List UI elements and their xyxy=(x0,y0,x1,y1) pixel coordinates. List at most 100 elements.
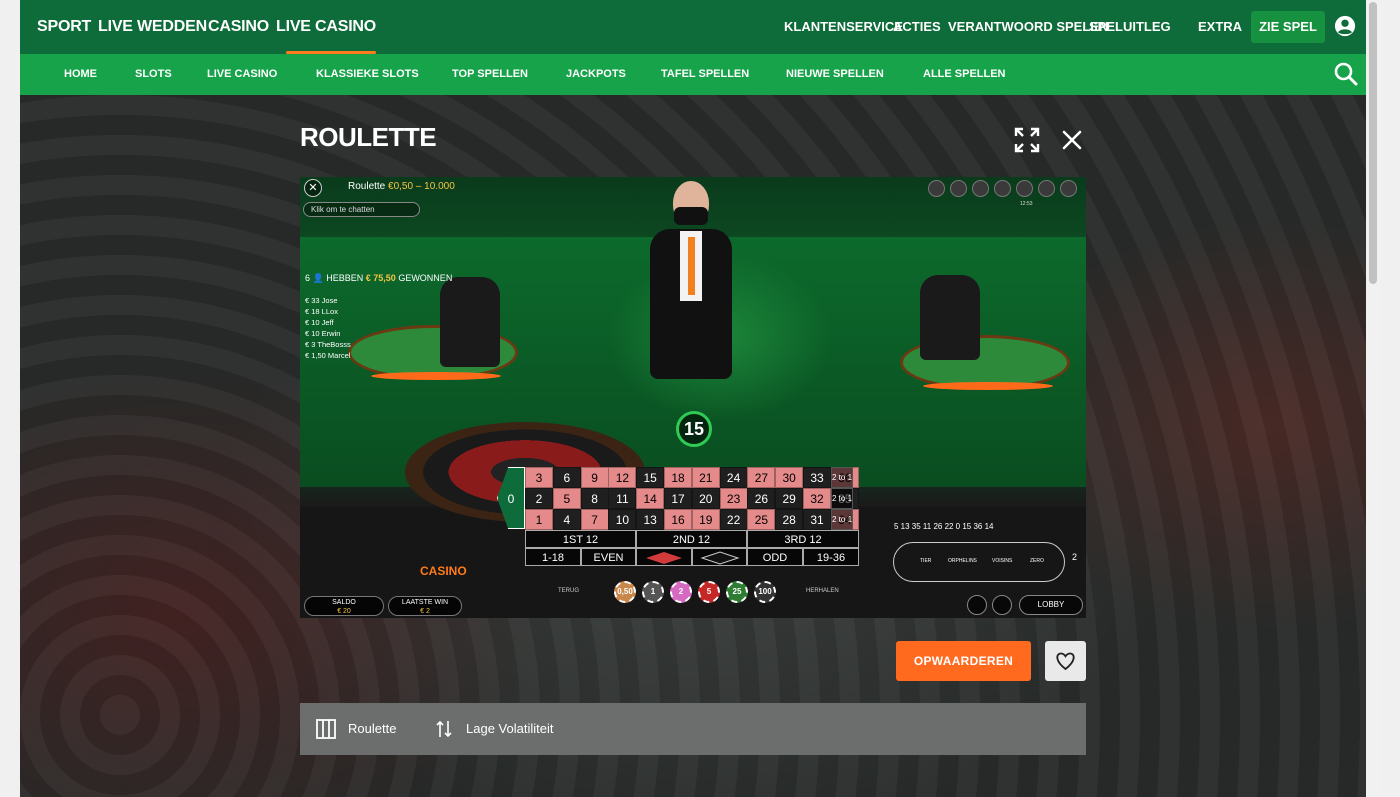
bet-dozen-3[interactable]: 3RD 12 xyxy=(747,530,859,548)
race-orphelins[interactable]: ORPHELINS xyxy=(948,558,977,564)
bet-dozen-2[interactable]: 2ND 12 xyxy=(636,530,747,548)
subnav-jackpots[interactable]: JACKPOTS xyxy=(566,54,626,95)
bet-number-31[interactable]: 31 xyxy=(803,509,831,530)
sound-icon[interactable] xyxy=(994,180,1011,197)
bet-column-3[interactable]: 2 to 1 xyxy=(831,467,853,488)
favorite-star-icon[interactable] xyxy=(967,595,987,615)
bet-number-16[interactable]: 16 xyxy=(664,509,692,530)
bet-number-3[interactable]: 3 xyxy=(525,467,553,488)
bet-number-19[interactable]: 19 xyxy=(691,509,720,530)
bet-number-5[interactable]: 5 xyxy=(552,488,581,509)
bet-number-13[interactable]: 13 xyxy=(636,509,665,530)
bet-number-20[interactable]: 20 xyxy=(691,488,720,509)
subnav-slots[interactable]: SLOTS xyxy=(135,54,172,95)
race-neighbours[interactable]: 2 xyxy=(1072,552,1077,562)
bet-number-32[interactable]: 32 xyxy=(803,488,831,509)
nav-speluitleg[interactable]: SPELUITLEG xyxy=(1089,0,1171,54)
subnav-tafel-spellen[interactable]: TAFEL SPELLEN xyxy=(661,54,749,95)
bet-dozen-1[interactable]: 1ST 12 xyxy=(525,530,636,548)
bet-number-29[interactable]: 29 xyxy=(775,488,804,509)
fullscreen-icon[interactable] xyxy=(1014,127,1040,153)
bet-number-9[interactable]: 9 xyxy=(580,467,609,488)
chat-bubble-icon[interactable] xyxy=(928,180,945,197)
chip-100[interactable]: 100 xyxy=(754,581,776,603)
bet-red[interactable] xyxy=(636,548,692,566)
bet-1-18[interactable]: 1-18 xyxy=(525,548,581,566)
race-zero[interactable]: ZERO xyxy=(1030,558,1044,564)
user-account-icon[interactable] xyxy=(1334,15,1356,37)
bet-number-17[interactable]: 17 xyxy=(664,488,692,509)
chip-5[interactable]: 5 xyxy=(698,581,720,603)
bet-number-11[interactable]: 11 xyxy=(608,488,637,509)
bet-even[interactable]: EVEN xyxy=(581,548,636,566)
game-volatility: Lage Volatiliteit xyxy=(466,721,554,736)
bet-19-36[interactable]: 19-36 xyxy=(803,548,859,566)
bet-number-21[interactable]: 21 xyxy=(691,467,720,488)
bet-number-33[interactable]: 33 xyxy=(803,467,831,488)
chip-25[interactable]: 25 xyxy=(726,581,748,603)
bet-number-25[interactable]: 25 xyxy=(747,509,776,530)
bet-number-23[interactable]: 23 xyxy=(719,488,748,509)
bet-number-30[interactable]: 30 xyxy=(775,467,804,488)
game-close-button[interactable]: ✕ xyxy=(304,179,322,197)
help-icon[interactable] xyxy=(1060,180,1077,197)
subnav-top-spellen[interactable]: TOP SPELLEN xyxy=(452,54,528,95)
bet-number-26[interactable]: 26 xyxy=(747,488,776,509)
accessibility-icon[interactable] xyxy=(950,180,967,197)
bet-number-4[interactable]: 4 xyxy=(552,509,581,530)
bet-number-27[interactable]: 27 xyxy=(747,467,776,488)
bet-number-22[interactable]: 22 xyxy=(719,509,748,530)
scrollbar-thumb[interactable] xyxy=(1369,2,1377,284)
nav-live-wedden[interactable]: LIVE WEDDEN xyxy=(98,0,207,54)
nav-klantenservice[interactable]: KLANTENSERVICE xyxy=(784,0,903,54)
subnav-klassieke-slots[interactable]: KLASSIEKE SLOTS xyxy=(316,54,419,95)
favorite-button[interactable] xyxy=(1045,641,1086,681)
nav-casino[interactable]: CASINO xyxy=(208,0,269,54)
nav-acties[interactable]: ACTIES xyxy=(893,0,941,54)
bet-number-15[interactable]: 15 xyxy=(636,467,665,488)
chip-1[interactable]: 1 xyxy=(642,581,664,603)
chip-2[interactable]: 2 xyxy=(670,581,692,603)
bet-number-10[interactable]: 10 xyxy=(608,509,637,530)
bet-odd[interactable]: ODD xyxy=(747,548,803,566)
scrollbar[interactable] xyxy=(1366,0,1380,797)
bet-number-14[interactable]: 14 xyxy=(636,488,665,509)
history-icon[interactable] xyxy=(1038,180,1055,197)
video-icon[interactable] xyxy=(972,180,989,197)
settings-icon[interactable] xyxy=(1016,180,1033,197)
subnav-live-casino[interactable]: LIVE CASINO xyxy=(207,54,277,95)
bet-number-2[interactable]: 2 xyxy=(525,488,553,509)
bet-number-18[interactable]: 18 xyxy=(664,467,692,488)
bet-number-1[interactable]: 1 xyxy=(525,509,553,530)
bet-number-8[interactable]: 8 xyxy=(580,488,609,509)
bet-number-28[interactable]: 28 xyxy=(775,509,804,530)
undo-label[interactable]: TERUG xyxy=(558,588,579,594)
subnav-home[interactable]: HOME xyxy=(64,54,97,95)
nav-extra[interactable]: EXTRA xyxy=(1198,0,1242,54)
bet-number-6[interactable]: 6 xyxy=(552,467,581,488)
close-icon[interactable] xyxy=(1059,127,1085,153)
lobby-button[interactable]: LOBBY xyxy=(1019,595,1083,615)
search-icon[interactable] xyxy=(1333,61,1359,87)
nav-live-casino[interactable]: LIVE CASINO xyxy=(276,0,376,54)
subnav-nieuwe-spellen[interactable]: NIEUWE SPELLEN xyxy=(786,54,884,95)
bet-black[interactable] xyxy=(692,548,747,566)
nav-verantwoord-spelen[interactable]: VERANTWOORD SPELEN xyxy=(948,0,1108,54)
bet-number-24[interactable]: 24 xyxy=(719,467,748,488)
subnav-alle-spellen[interactable]: ALLE SPELLEN xyxy=(923,54,1006,95)
bet-column-1[interactable]: 2 to 1 xyxy=(831,509,853,530)
upgrade-button[interactable]: OPWAARDEREN xyxy=(896,641,1031,681)
game-frame[interactable]: ✕ Roulette €0,50 – 10.000 12:53 Klik om … xyxy=(300,177,1086,618)
zie-spel-button[interactable]: ZIE SPEL xyxy=(1251,11,1325,43)
bet-column-2[interactable]: 2 to 1 xyxy=(831,488,853,509)
statistics-icon[interactable] xyxy=(992,595,1012,615)
bet-number-7[interactable]: 7 xyxy=(580,509,609,530)
bet-number-12[interactable]: 12 xyxy=(608,467,637,488)
racetrack-bets[interactable]: TIER ORPHELINS VOISINS ZERO xyxy=(893,542,1065,582)
race-voisins[interactable]: VOISINS xyxy=(992,558,1012,564)
chat-input[interactable]: Klik om te chatten xyxy=(303,202,420,217)
nav-sport[interactable]: SPORT xyxy=(37,0,91,54)
race-tier[interactable]: TIER xyxy=(920,558,931,564)
chip-0,50[interactable]: 0,50 xyxy=(614,581,636,603)
repeat-label[interactable]: HERHALEN xyxy=(806,588,839,594)
